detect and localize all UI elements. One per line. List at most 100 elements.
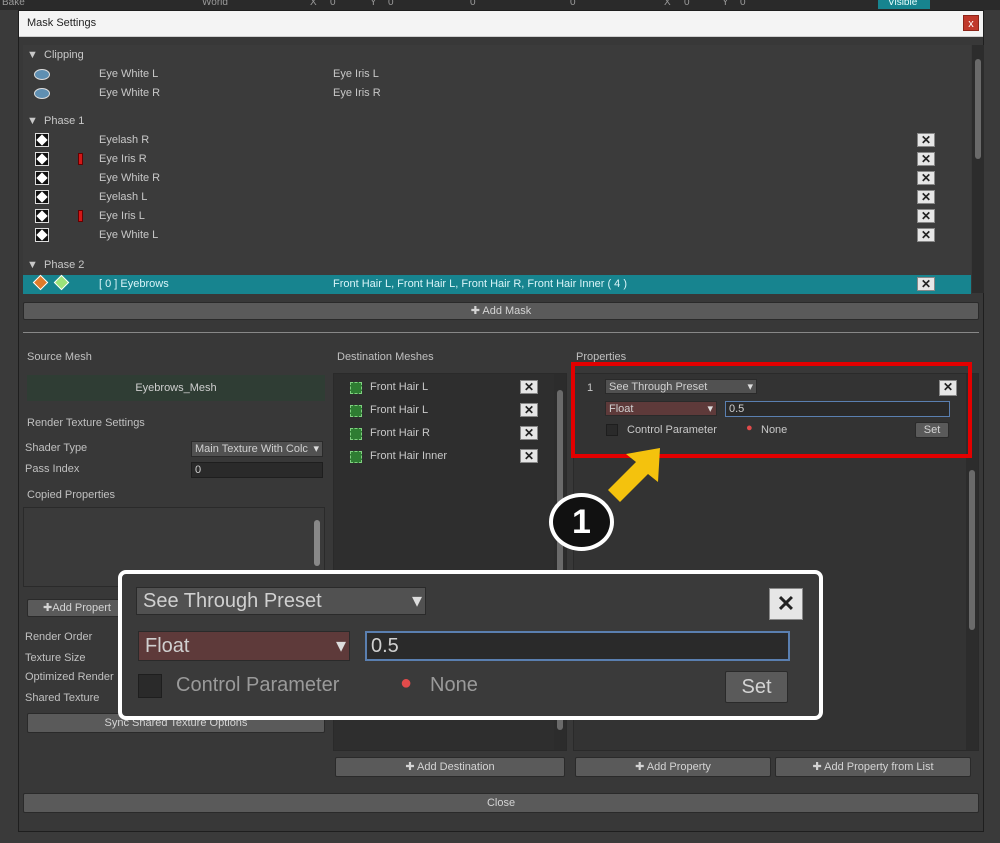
window-title: Mask Settings	[27, 17, 97, 29]
destination-item[interactable]: Front Hair L ✕	[334, 376, 546, 398]
zoom-remove-property-button[interactable]: ✕	[769, 588, 803, 620]
clipping-layers-icon	[34, 69, 50, 80]
phase2-mesh-name: [ 0 ] Eyebrows	[99, 278, 169, 290]
add-mask-button[interactable]: ✚ Add Mask	[23, 302, 979, 320]
optimized-render-label: Optimized Render	[25, 671, 114, 683]
zero-value-b: 0	[570, 0, 576, 8]
properties-scroll-thumb[interactable]	[969, 470, 975, 630]
phase1-header-label: Phase 1	[44, 115, 85, 127]
destination-item[interactable]: Front Hair R ✕	[334, 422, 546, 444]
copied-properties-title: Copied Properties	[27, 489, 116, 501]
remove-mask-button[interactable]: ✕	[917, 133, 935, 147]
destination-item-label: Front Hair L	[370, 381, 429, 393]
remove-mask-button[interactable]: ✕	[917, 209, 935, 223]
remove-mask-button[interactable]: ✕	[917, 228, 935, 242]
remove-mask-button[interactable]: ✕	[917, 152, 935, 166]
copied-properties-scroll-thumb[interactable]	[314, 520, 320, 566]
clipping-mesh-name: Eye White L	[99, 68, 159, 80]
add-copied-property-button[interactable]: ✚Add Propert	[27, 599, 127, 617]
zoom-control-parameter-label: Control Parameter	[176, 674, 340, 696]
y2-value: 0	[740, 0, 746, 8]
shader-type-dropdown[interactable]: Main Texture With Colc	[191, 441, 323, 457]
callout-number-badge: 1	[549, 493, 614, 551]
mesh-icon	[350, 451, 362, 463]
clipping-header[interactable]: ▼ Clipping	[27, 49, 84, 61]
mask-list-scroll-thumb[interactable]	[975, 59, 981, 159]
close-button[interactable]: Close	[23, 793, 979, 813]
phase1-header[interactable]: ▼ Phase 1	[27, 115, 84, 127]
warning-icon	[78, 210, 83, 222]
mesh-icon	[350, 405, 362, 417]
phase1-mesh-name: Eye Iris R	[99, 153, 147, 165]
phase2-header[interactable]: ▼ Phase 2	[27, 259, 84, 271]
remove-mask-button[interactable]: ✕	[917, 190, 935, 204]
y-value: 0	[388, 0, 394, 8]
phase1-row[interactable]: Eye Iris L ✕	[23, 207, 971, 226]
zoom-type-dropdown[interactable]: Float	[138, 631, 350, 661]
phase1-row[interactable]: Eye White L ✕	[23, 226, 971, 245]
add-copied-property-label: Add Propert	[52, 602, 111, 614]
mask-diamond-icon	[35, 228, 49, 242]
y-label: Y	[370, 0, 377, 8]
phase1-row[interactable]: Eyelash R ✕	[23, 131, 971, 150]
phase1-mesh-name: Eye White L	[99, 229, 159, 241]
zoom-control-parameter-checkbox[interactable]	[138, 674, 162, 698]
mask-diamond-icon	[35, 171, 49, 185]
phase1-mesh-name: Eyelash L	[99, 191, 148, 203]
phase1-row[interactable]: Eye Iris R ✕	[23, 150, 971, 169]
add-property-button[interactable]: ✚ Add Property	[575, 757, 771, 777]
pass-index-field[interactable]: 0	[191, 462, 323, 478]
mask-diamond-icon	[35, 133, 49, 147]
mask-diamond-icon	[35, 190, 49, 204]
window-close-button[interactable]: x	[963, 15, 979, 31]
clipping-row[interactable]: Eye White L Eye Iris L	[23, 65, 971, 84]
shared-texture-label: Shared Texture	[25, 692, 100, 704]
x2-value: 0	[684, 0, 690, 8]
phase2-target-names: Front Hair L, Front Hair L, Front Hair R…	[333, 278, 628, 290]
x-value: 0	[330, 0, 336, 8]
destination-item[interactable]: Front Hair Inner ✕	[334, 445, 546, 467]
remove-destination-button[interactable]: ✕	[520, 426, 538, 440]
zoom-set-button[interactable]: Set	[725, 671, 788, 703]
texture-size-label: Texture Size	[25, 652, 86, 664]
world-label[interactable]: World	[202, 0, 228, 8]
bake-label[interactable]: Bake	[2, 0, 25, 8]
phase2-selected-row[interactable]: [ 0 ] Eyebrows Front Hair L, Front Hair …	[23, 274, 971, 294]
phase1-mesh-name: Eye Iris L	[99, 210, 145, 222]
remove-destination-button[interactable]: ✕	[520, 380, 538, 394]
remove-mask-button[interactable]: ✕	[917, 277, 935, 291]
phase1-mesh-name: Eye White R	[99, 172, 161, 184]
zoom-value-field[interactable]: 0.5	[365, 631, 790, 661]
visible-toggle[interactable]: Visible	[878, 0, 930, 9]
render-texture-settings-title: Render Texture Settings	[27, 417, 145, 429]
y2-label: Y	[722, 0, 729, 8]
remove-destination-button[interactable]: ✕	[520, 449, 538, 463]
remove-destination-button[interactable]: ✕	[520, 403, 538, 417]
mask-list-scrollbar[interactable]	[972, 45, 984, 293]
zoom-callout-panel: See Through Preset ✕ Float 0.5 Control P…	[118, 570, 823, 720]
clipping-row[interactable]: Eye White R Eye Iris R	[23, 84, 971, 103]
add-property-from-list-button[interactable]: ✚ Add Property from List	[775, 757, 971, 777]
destination-item[interactable]: Front Hair L ✕	[334, 399, 546, 421]
add-destination-label: Add Destination	[417, 761, 495, 773]
clipping-mesh-name: Eye White R	[99, 87, 161, 99]
pass-index-label: Pass Index	[25, 463, 80, 475]
phase1-row[interactable]: Eye White R ✕	[23, 169, 971, 188]
zoom-preset-dropdown[interactable]: See Through Preset	[136, 587, 426, 615]
callout-arrow-icon	[608, 448, 660, 502]
phase1-row[interactable]: Eyelash L ✕	[23, 188, 971, 207]
mesh-icon	[350, 382, 362, 394]
phase1-mesh-name: Eyelash R	[99, 134, 150, 146]
x-label: X	[310, 0, 317, 8]
add-destination-button[interactable]: ✚ Add Destination	[335, 757, 565, 777]
source-mesh-slot[interactable]: Eyebrows_Mesh	[27, 375, 325, 401]
highlight-box	[571, 362, 972, 458]
section-divider	[23, 332, 979, 333]
clipping-layers-icon	[34, 88, 50, 99]
remove-mask-button[interactable]: ✕	[917, 171, 935, 185]
clipping-target-name: Eye Iris R	[333, 87, 381, 99]
shader-type-label: Shader Type	[25, 442, 88, 454]
destination-meshes-title: Destination Meshes	[337, 351, 434, 363]
mask-diamond-icon	[35, 152, 49, 166]
add-property-label: Add Property	[646, 761, 711, 773]
